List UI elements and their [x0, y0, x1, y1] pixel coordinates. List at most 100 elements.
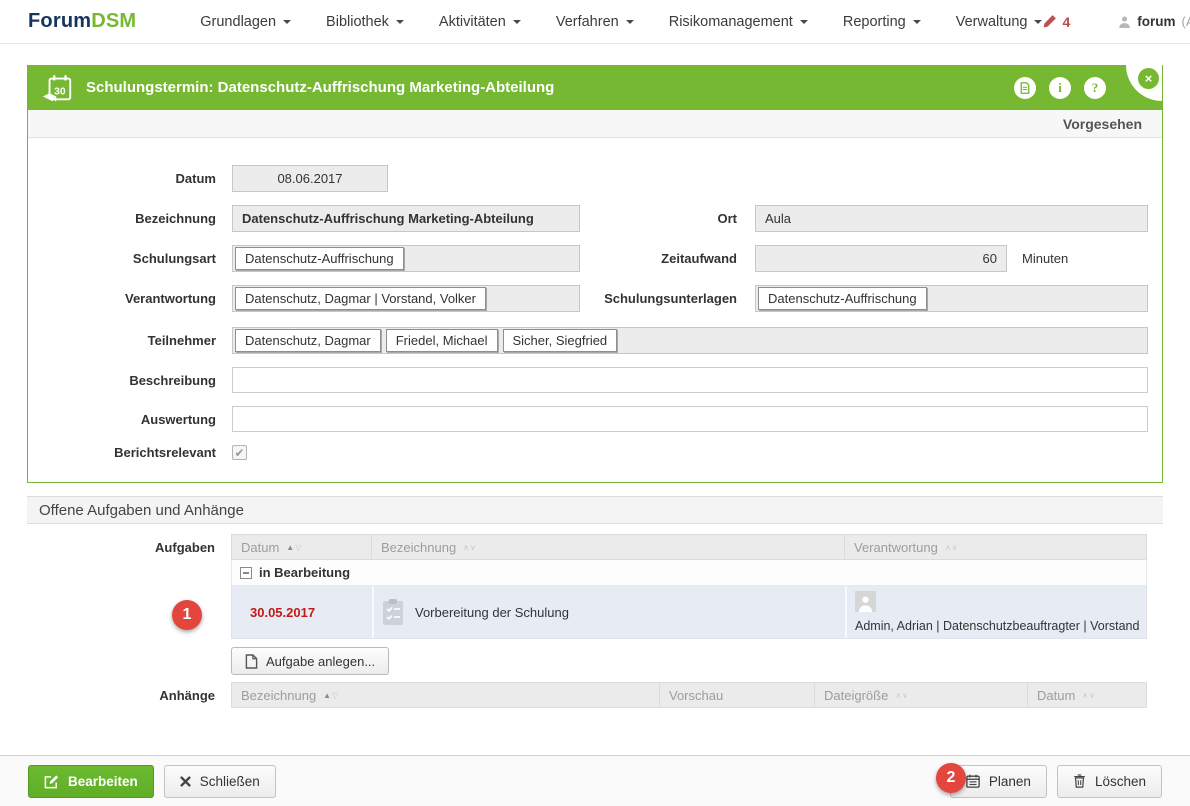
column-header-dateigroesse[interactable]: Dateigröße ∧∨: [815, 683, 1028, 707]
menu-label: Verwaltung: [956, 14, 1028, 30]
beschreibung-label: Beschreibung: [28, 373, 232, 388]
datum-field[interactable]: 08.06.2017: [232, 165, 388, 192]
menu-risikomanagement[interactable]: Risikomanagement: [669, 14, 808, 30]
menu-bibliothek[interactable]: Bibliothek: [326, 14, 404, 30]
section-title: Offene Aufgaben und Anhänge: [27, 496, 1163, 524]
menu-verwaltung[interactable]: Verwaltung: [956, 14, 1043, 30]
user-menu[interactable]: forum (ADMINISTRATOR): [1118, 14, 1190, 29]
auswertung-field[interactable]: [232, 406, 1148, 432]
column-header-datum[interactable]: Datum ∧∨: [1028, 683, 1146, 707]
chevron-down-icon: [800, 20, 808, 28]
datum-label: Datum: [28, 171, 232, 186]
column-header-bezeichnung[interactable]: Bezeichnung ▲▽: [232, 683, 660, 707]
anhaenge-label: Anhänge: [27, 682, 231, 708]
nav-right-area: 4 forum (ADMINISTRATOR): [1042, 14, 1190, 30]
task-due-date: 30.05.2017: [232, 586, 372, 638]
task-title-cell: Vorbereitung der Schulung: [372, 586, 845, 638]
annotation-badge-1: 1: [172, 600, 202, 630]
task-responsible-cell: Admin, Adrian | Datenschutzbeauftragter …: [845, 586, 1144, 638]
verantwortung-field[interactable]: Datenschutz, Dagmar | Vorstand, Volker: [232, 285, 580, 312]
help-icon[interactable]: ?: [1084, 77, 1106, 99]
table-row[interactable]: 30.05.2017 Vorbereitung der Schulung: [231, 586, 1147, 639]
column-label: Bezeichnung: [241, 688, 316, 703]
column-header-verantwortung[interactable]: Verantwortung ∧∨: [845, 535, 1146, 559]
chevron-down-icon: [913, 20, 921, 28]
sort-indicator: ∧∨: [895, 691, 909, 700]
logo-part-forum: Forum: [28, 10, 91, 32]
beschreibung-field[interactable]: [232, 367, 1148, 393]
chevron-down-icon: [1034, 20, 1042, 28]
column-label: Vorschau: [669, 688, 723, 703]
panel-header-icons: i ?: [1014, 65, 1106, 110]
ort-field[interactable]: Aula: [755, 205, 1148, 232]
schulungsart-chip[interactable]: Datenschutz-Auffrischung: [235, 247, 404, 270]
loeschen-label: Löschen: [1095, 774, 1146, 789]
menu-verfahren[interactable]: Verfahren: [556, 14, 634, 30]
user-role: (ADMINISTRATOR): [1182, 14, 1190, 29]
sort-indicator: ∧∨: [1082, 691, 1096, 700]
zeitaufwand-field[interactable]: 60: [755, 245, 1007, 272]
pencil-icon: [1042, 14, 1057, 29]
schulungsart-field[interactable]: Datenschutz-Auffrischung: [232, 245, 580, 272]
status-badge: Vorgesehen: [1063, 116, 1142, 132]
anhaenge-table-header: Bezeichnung ▲▽ Vorschau Dateigröße ∧∨ Da…: [231, 682, 1147, 708]
pdf-export-icon[interactable]: [1014, 77, 1036, 99]
schulungstermin-panel: 30 Schulungstermin: Datenschutz-Auffrisc…: [27, 65, 1163, 483]
close-x-icon: [180, 776, 191, 787]
svg-text:30: 30: [54, 86, 66, 97]
info-icon[interactable]: i: [1049, 77, 1071, 99]
group-row-in-bearbeitung[interactable]: in Bearbeitung: [231, 560, 1147, 586]
app-window: ForumDSM Grundlagen Bibliothek Aktivität…: [0, 0, 1190, 806]
ort-label: Ort: [580, 211, 737, 226]
teilnehmer-chip[interactable]: Sicher, Siegfried: [503, 329, 618, 352]
schulungsunterlagen-chip[interactable]: Datenschutz-Auffrischung: [758, 287, 927, 310]
aufgaben-table-header: Datum ▲▽ Bezeichnung ∧∨ Verantwortung ∧∨: [231, 534, 1147, 560]
trash-icon: [1073, 774, 1086, 788]
sort-indicator: ∧∨: [945, 543, 959, 552]
column-header-datum[interactable]: Datum ▲▽: [232, 535, 372, 559]
add-task-button[interactable]: Aufgabe anlegen...: [231, 647, 389, 675]
chevron-down-icon: [513, 20, 521, 28]
task-responsible: Admin, Adrian | Datenschutzbeauftragter …: [855, 619, 1142, 633]
chevron-down-icon: [626, 20, 634, 28]
verantwortung-chip[interactable]: Datenschutz, Dagmar | Vorstand, Volker: [235, 287, 486, 310]
schulungsunterlagen-field[interactable]: Datenschutz-Auffrischung: [755, 285, 1148, 312]
teilnehmer-chip[interactable]: Datenschutz, Dagmar: [235, 329, 381, 352]
berichtsrelevant-checkbox[interactable]: ✔: [232, 445, 247, 460]
bearbeiten-label: Bearbeiten: [68, 774, 138, 789]
column-header-bezeichnung[interactable]: Bezeichnung ∧∨: [372, 535, 845, 559]
logo-part-dsm: DSM: [91, 10, 136, 32]
app-logo[interactable]: ForumDSM: [28, 10, 136, 33]
column-label: Verantwortung: [854, 540, 938, 555]
teilnehmer-label: Teilnehmer: [28, 333, 232, 348]
panel-title: Schulungstermin: Datenschutz-Auffrischun…: [86, 79, 554, 96]
pending-edits-indicator[interactable]: 4: [1042, 14, 1070, 30]
berichtsrelevant-label: Berichtsrelevant: [28, 445, 232, 460]
top-navigation: ForumDSM Grundlagen Bibliothek Aktivität…: [0, 0, 1190, 44]
schliessen-button[interactable]: Schließen: [164, 765, 276, 798]
column-header-vorschau[interactable]: Vorschau: [660, 683, 815, 707]
anhaenge-block: Anhänge Bezeichnung ▲▽ Vorschau Dateigrö…: [27, 682, 1163, 708]
anhaenge-table: Bezeichnung ▲▽ Vorschau Dateigröße ∧∨ Da…: [231, 682, 1147, 708]
task-title: Vorbereitung der Schulung: [415, 605, 569, 620]
menu-label: Aktivitäten: [439, 14, 506, 30]
menu-label: Verfahren: [556, 14, 619, 30]
bearbeiten-button[interactable]: Bearbeiten: [28, 765, 154, 798]
panel-header: 30 Schulungstermin: Datenschutz-Auffrisc…: [28, 65, 1162, 110]
column-label: Datum: [1037, 688, 1075, 703]
edit-icon: [44, 774, 59, 789]
close-icon[interactable]: ×: [1138, 68, 1159, 89]
menu-reporting[interactable]: Reporting: [843, 14, 921, 30]
aufgaben-label: Aufgaben: [27, 534, 231, 675]
column-label: Bezeichnung: [381, 540, 456, 555]
loeschen-button[interactable]: Löschen: [1057, 765, 1162, 798]
teilnehmer-chip[interactable]: Friedel, Michael: [386, 329, 498, 352]
chevron-down-icon: [283, 20, 291, 28]
user-name: forum: [1137, 14, 1175, 29]
teilnehmer-field[interactable]: Datenschutz, Dagmar Friedel, Michael Sic…: [232, 327, 1148, 354]
menu-grundlagen[interactable]: Grundlagen: [200, 14, 291, 30]
new-document-icon: [245, 654, 258, 669]
person-icon: [855, 591, 876, 612]
bezeichnung-field[interactable]: Datenschutz-Auffrischung Marketing-Abtei…: [232, 205, 580, 232]
menu-aktivitaeten[interactable]: Aktivitäten: [439, 14, 521, 30]
